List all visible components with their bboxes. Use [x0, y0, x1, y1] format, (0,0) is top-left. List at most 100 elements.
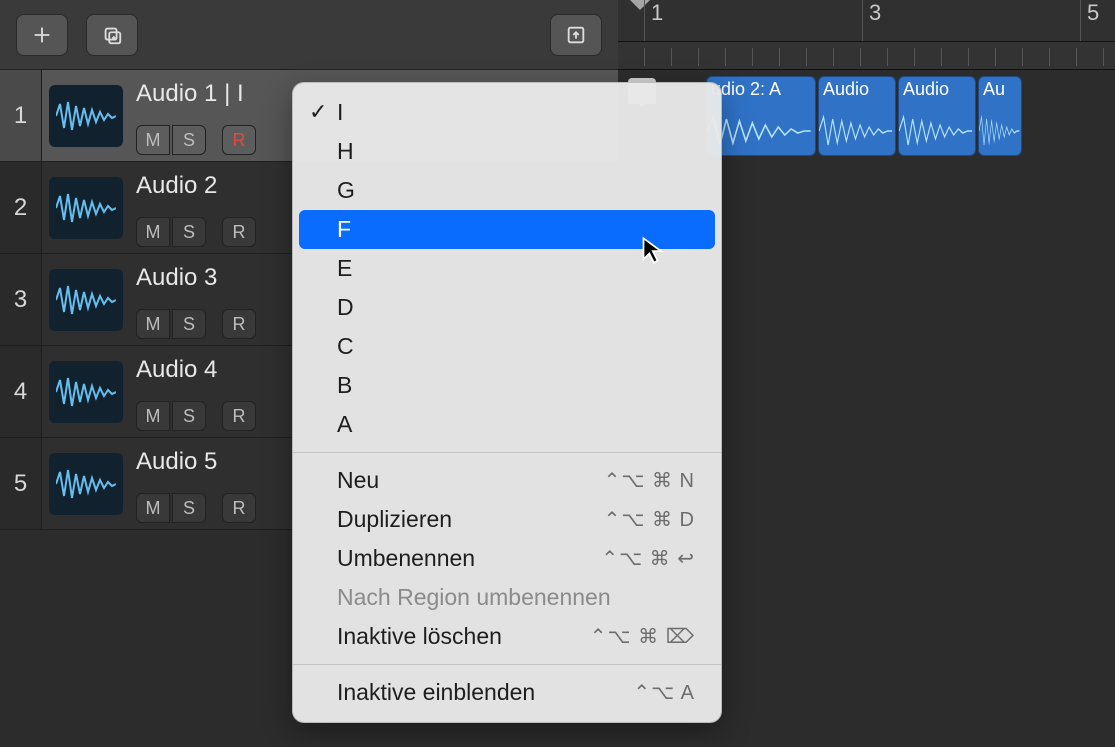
- region-name: Audio: [903, 79, 971, 100]
- beat-tick: [779, 48, 780, 66]
- beat-tick: [968, 48, 969, 66]
- track-icon[interactable]: [42, 438, 130, 529]
- mute-button[interactable]: M: [136, 309, 170, 339]
- track-icon[interactable]: [42, 70, 130, 161]
- beat-tick: [698, 48, 699, 66]
- beat-tick: [1049, 48, 1050, 66]
- menu-item-alternative[interactable]: B: [293, 366, 721, 405]
- solo-button[interactable]: S: [172, 493, 206, 523]
- beat-tick: [1022, 48, 1023, 66]
- menu-item-shortcut: ⌃⌥ A: [633, 680, 695, 705]
- mute-button[interactable]: M: [136, 493, 170, 523]
- plus-icon: [31, 24, 53, 46]
- track-number: 3: [0, 254, 42, 345]
- menu-item-alternative[interactable]: D: [293, 288, 721, 327]
- menu-item-label: A: [337, 411, 352, 438]
- menu-item-label: Inaktive löschen: [337, 623, 502, 650]
- beat-tick: [671, 48, 672, 66]
- menu-item-alternative[interactable]: H: [293, 132, 721, 171]
- menu-item-alternative[interactable]: G: [293, 171, 721, 210]
- menu-item-label: H: [337, 138, 354, 165]
- menu-item-alternative[interactable]: I: [293, 93, 721, 132]
- solo-button[interactable]: S: [172, 125, 206, 155]
- menu-item-label: I: [337, 99, 343, 126]
- beat-tick: [1076, 48, 1077, 66]
- bar-tick: 3: [862, 0, 863, 41]
- menu-item-label: B: [337, 372, 352, 399]
- menu-item-label: Duplizieren: [337, 506, 452, 533]
- beat-tick: [995, 48, 996, 66]
- solo-button[interactable]: S: [172, 401, 206, 431]
- menu-item-shortcut: ⌃⌥ ⌘ N: [604, 468, 695, 493]
- add-track-button[interactable]: [16, 14, 68, 56]
- menu-item-action[interactable]: Umbenennen ⌃⌥ ⌘ ↩: [293, 539, 721, 578]
- menu-item-label: C: [337, 333, 354, 360]
- beat-tick: [752, 48, 753, 66]
- bar-number: 1: [651, 0, 663, 26]
- collapse-button[interactable]: [550, 14, 602, 56]
- record-enable-button[interactable]: R: [222, 493, 256, 523]
- track-alternatives-menu: IHGFEDCBA Neu⌃⌥ ⌘ N Duplizieren ⌃⌥ ⌘ D Umben…: [292, 82, 722, 723]
- region-name: udio 2: A: [711, 79, 811, 100]
- audio-waveform-icon: [49, 177, 123, 239]
- menu-item-action[interactable]: Inaktive löschen⌃⌥ ⌘ ⌦: [293, 617, 721, 656]
- menu-item-action[interactable]: Neu⌃⌥ ⌘ N: [293, 461, 721, 500]
- menu-item-label: E: [337, 255, 352, 282]
- bar-tick: 5: [1080, 0, 1081, 41]
- beat-tick: [806, 48, 807, 66]
- track-number: 4: [0, 346, 42, 437]
- audio-region[interactable]: Au: [978, 76, 1022, 156]
- menu-item-alternative[interactable]: F: [299, 210, 715, 249]
- menu-item-label: Umbenennen: [337, 545, 475, 572]
- audio-waveform-icon: [49, 85, 123, 147]
- track-number: 5: [0, 438, 42, 529]
- menu-item-shortcut: ⌃⌥ ⌘ D: [604, 507, 695, 532]
- beat-tick: [833, 48, 834, 66]
- beat-tick: [644, 48, 645, 66]
- cycle-marker-icon[interactable]: [628, 0, 652, 22]
- track-number: 2: [0, 162, 42, 253]
- duplicate-track-button[interactable]: [86, 14, 138, 56]
- menu-item-label: Inaktive einblenden: [337, 679, 535, 706]
- audio-region[interactable]: Audio: [818, 76, 896, 156]
- menu-item-alternative[interactable]: C: [293, 327, 721, 366]
- menu-item-label: F: [337, 216, 351, 243]
- beat-tick: [1103, 48, 1104, 66]
- menu-item-alternative[interactable]: A: [293, 405, 721, 444]
- menu-item-action[interactable]: Inaktive einblenden ⌃⌥ A: [293, 673, 721, 712]
- audio-region[interactable]: Audio: [898, 76, 976, 156]
- record-enable-button[interactable]: R: [222, 125, 256, 155]
- beat-tick: [725, 48, 726, 66]
- track-icon[interactable]: [42, 346, 130, 437]
- track-icon[interactable]: [42, 162, 130, 253]
- menu-item-label: Nach Region umbenennen: [337, 584, 611, 611]
- audio-waveform-icon: [49, 361, 123, 423]
- audio-waveform-icon: [49, 269, 123, 331]
- beat-tick: [887, 48, 888, 66]
- solo-button[interactable]: S: [172, 309, 206, 339]
- record-enable-button[interactable]: R: [222, 401, 256, 431]
- beat-tick: [914, 48, 915, 66]
- menu-item-shortcut: ⌃⌥ ⌘ ↩: [601, 546, 695, 571]
- mute-button[interactable]: M: [136, 217, 170, 247]
- audio-region[interactable]: udio 2: A: [706, 76, 816, 156]
- region-name: Audio: [823, 79, 891, 100]
- beat-ruler[interactable]: [618, 42, 1115, 70]
- bar-ruler[interactable]: 1 3 5: [618, 0, 1115, 42]
- duplicate-icon: [101, 24, 123, 46]
- mute-button[interactable]: M: [136, 401, 170, 431]
- solo-button[interactable]: S: [172, 217, 206, 247]
- beat-tick: [941, 48, 942, 66]
- menu-item-alternative[interactable]: E: [293, 249, 721, 288]
- mute-button[interactable]: M: [136, 125, 170, 155]
- menu-item-action[interactable]: Duplizieren ⌃⌥ ⌘ D: [293, 500, 721, 539]
- arrow-into-box-icon: [565, 24, 587, 46]
- record-enable-button[interactable]: R: [222, 309, 256, 339]
- region-name: Au: [983, 79, 1017, 100]
- track-number: 1: [0, 70, 42, 161]
- record-enable-button[interactable]: R: [222, 217, 256, 247]
- audio-waveform-icon: [49, 453, 123, 515]
- track-icon[interactable]: [42, 254, 130, 345]
- toolbar: [0, 0, 618, 70]
- menu-item-label: G: [337, 177, 355, 204]
